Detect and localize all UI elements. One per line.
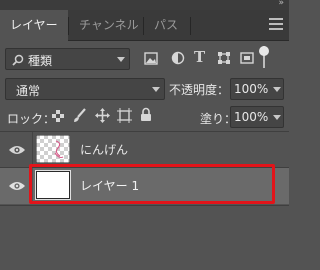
panel-menu-icon[interactable]	[269, 18, 283, 31]
chevron-down-icon[interactable]	[273, 115, 281, 120]
tab-channels[interactable]: チャンネル	[69, 10, 149, 41]
type-filter-icon[interactable]: T	[194, 48, 205, 66]
visibility-divider	[32, 132, 33, 168]
adjustment-filter-icon[interactable]	[171, 51, 185, 65]
blend-mode-value: 通常	[16, 84, 41, 98]
lock-transparent-pixels-icon[interactable]	[52, 110, 64, 122]
filter-toggle-switch[interactable]	[259, 46, 269, 56]
shape-filter-icon[interactable]	[217, 51, 231, 65]
layer-row-ningen[interactable]: にんげん	[0, 132, 289, 168]
panel-tab-bar: レイヤー チャンネル パス	[0, 10, 289, 41]
eye-icon[interactable]	[8, 180, 26, 192]
filter-kind-select[interactable]: 種類	[5, 48, 130, 70]
layer-divider	[0, 205, 289, 206]
layer-thumbnail	[36, 135, 70, 163]
eye-icon[interactable]	[8, 144, 26, 156]
layer-name[interactable]: にんげん	[80, 141, 128, 158]
fill-field[interactable]: 100%	[230, 106, 284, 128]
blend-mode-select[interactable]: 通常	[5, 78, 165, 100]
filter-kind-label: 種類	[28, 54, 53, 68]
collapse-panel-icon[interactable]: »	[278, 0, 283, 8]
panel-top-strip	[0, 0, 289, 10]
opacity-label: 不透明度：	[169, 83, 230, 97]
opacity-value[interactable]: 100%	[234, 82, 268, 96]
fill-value[interactable]: 100%	[234, 110, 268, 124]
lock-position-icon[interactable]	[95, 108, 110, 123]
lock-image-pixels-icon[interactable]	[73, 108, 87, 123]
tab-paths[interactable]: パス	[144, 10, 188, 41]
tab-layers[interactable]: レイヤー	[0, 10, 68, 41]
highlight-annotation-box	[29, 164, 275, 204]
search-icon	[12, 54, 24, 66]
opacity-field[interactable]: 100%	[230, 78, 284, 100]
chevron-down-icon	[117, 57, 125, 62]
image-filter-icon[interactable]	[144, 52, 158, 65]
smart-object-filter-icon[interactable]	[240, 51, 254, 65]
lock-artboard-icon[interactable]	[117, 108, 132, 123]
tab-divider	[190, 17, 191, 35]
chevron-down-icon	[152, 87, 160, 92]
chevron-down-icon[interactable]	[273, 87, 281, 92]
lock-all-icon[interactable]	[140, 107, 152, 122]
lock-label: ロック：	[7, 112, 56, 126]
